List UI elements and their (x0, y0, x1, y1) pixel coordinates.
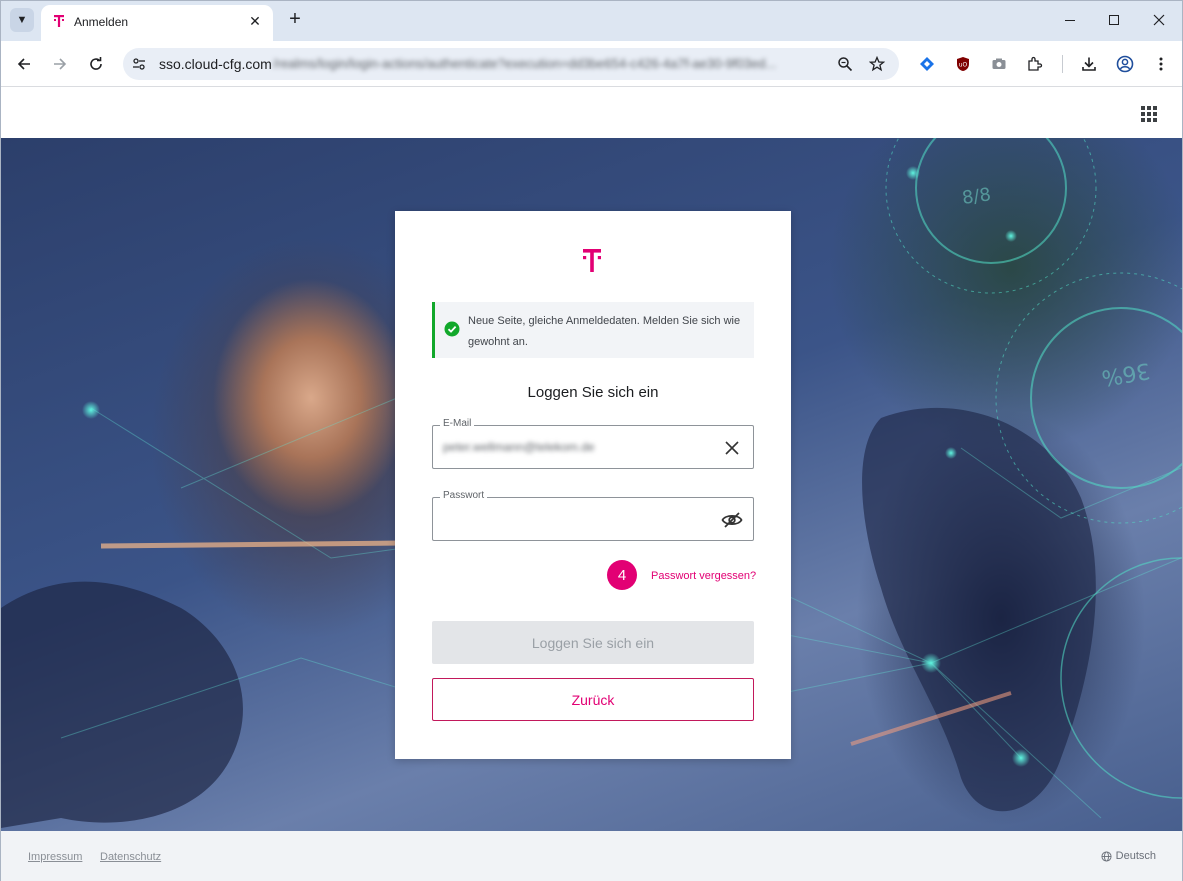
login-card: Neue Seite, gleiche Anmeldedaten. Melden… (395, 211, 791, 759)
minimize-icon[interactable] (1050, 6, 1090, 34)
address-bar[interactable]: sso.cloud-cfg.com /realms/login/login-ac… (123, 48, 899, 80)
impressum-link[interactable]: Impressum (28, 851, 82, 863)
email-label: E-Mail (440, 418, 475, 429)
url-host: sso.cloud-cfg.com (159, 56, 272, 72)
ublock-icon[interactable]: uO (952, 53, 974, 75)
language-selector[interactable]: Deutsch (1101, 850, 1156, 862)
password-label: Passwort (440, 490, 488, 501)
tab-anmelden[interactable]: Anmelden ✕ (41, 5, 273, 41)
back-arrow-icon[interactable] (11, 51, 37, 77)
star-icon[interactable] (867, 54, 887, 74)
tab-search-icon[interactable]: ▼ (10, 8, 34, 32)
camera-icon[interactable] (988, 53, 1010, 75)
back-button[interactable]: Zurück (432, 678, 754, 721)
site-info-icon[interactable] (131, 56, 147, 72)
svg-text:uO: uO (959, 62, 968, 69)
telekom-logo-icon (54, 15, 64, 27)
extension-diamond-icon[interactable] (916, 53, 938, 75)
clear-icon[interactable] (721, 437, 743, 459)
password-field[interactable]: Passwort (432, 490, 754, 541)
notice-text: Neue Seite, gleiche Anmeldedaten. Melden… (468, 315, 741, 348)
tab-title: Anmelden (74, 15, 129, 29)
eye-off-icon[interactable] (721, 509, 743, 531)
forward-arrow-icon[interactable] (47, 51, 73, 77)
svg-text:36%: 36% (1100, 357, 1153, 390)
plus-icon[interactable]: + (284, 9, 306, 31)
browser-window: ▼ Anmelden ✕ + sso.cloud-cfg.com /realms… (0, 0, 1183, 881)
email-field[interactable]: E-Mail (432, 418, 754, 469)
check-circle-icon (444, 321, 460, 337)
url-path: /realms/login/login-actions/authenticate… (273, 56, 777, 71)
svg-text:8/8: 8/8 (961, 184, 993, 209)
reload-icon[interactable] (83, 51, 109, 77)
maximize-icon[interactable] (1094, 6, 1134, 34)
email-input[interactable] (443, 440, 703, 454)
zoom-icon[interactable] (835, 54, 855, 74)
close-icon[interactable]: ✕ (245, 11, 265, 31)
password-input[interactable] (443, 512, 703, 526)
login-title: Loggen Sie sich ein (527, 384, 659, 401)
telekom-logo-icon (583, 249, 601, 272)
forgot-password-link[interactable]: Passwort vergessen? (651, 570, 756, 582)
login-button[interactable]: Loggen Sie sich ein (432, 621, 754, 664)
step-number-badge: 4 (607, 560, 637, 590)
browser-toolbar: sso.cloud-cfg.com /realms/login/login-ac… (1, 41, 1182, 87)
apps-grid-icon[interactable] (1140, 105, 1158, 123)
toolbar-separator (1062, 55, 1063, 73)
profile-icon[interactable] (1114, 53, 1136, 75)
more-menu-icon[interactable] (1150, 53, 1172, 75)
info-notice: Neue Seite, gleiche Anmeldedaten. Melden… (432, 302, 754, 358)
download-icon[interactable] (1078, 53, 1100, 75)
extension-icon[interactable] (1024, 53, 1046, 75)
tab-strip: ▼ Anmelden ✕ + (1, 1, 1182, 41)
page-footer: Impressum Datenschutz Deutsch (1, 831, 1182, 881)
globe-icon (1101, 850, 1112, 862)
close-window-icon[interactable] (1139, 6, 1179, 34)
language-label: Deutsch (1115, 850, 1156, 862)
datenschutz-link[interactable]: Datenschutz (100, 851, 161, 863)
